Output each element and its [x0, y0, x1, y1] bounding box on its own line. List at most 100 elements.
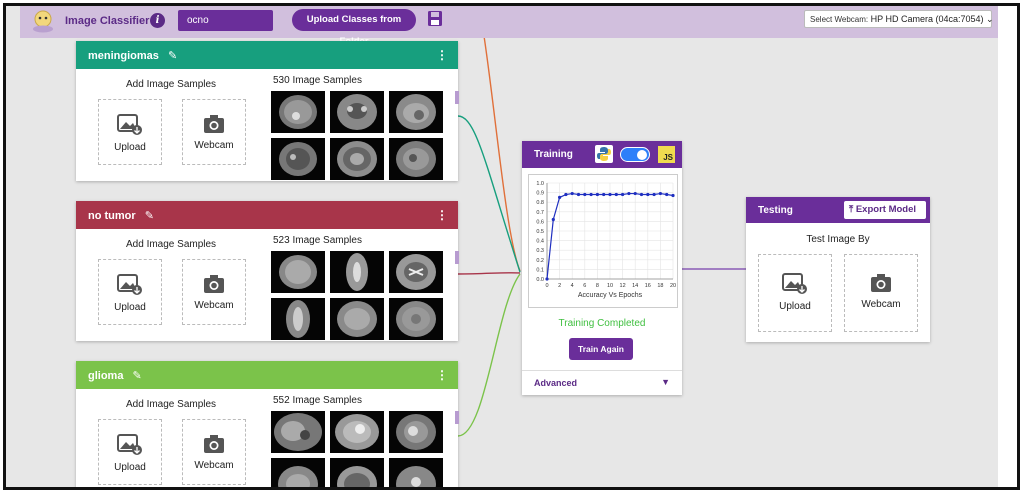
- data-point: [576, 192, 581, 197]
- y-tick-label: 0.5: [536, 229, 544, 235]
- advanced-toggle[interactable]: Advanced ▼: [522, 370, 682, 395]
- save-icon[interactable]: [427, 10, 443, 27]
- pencil-icon[interactable]: ✎: [168, 49, 177, 62]
- advanced-label: Advanced: [534, 378, 578, 388]
- data-point: [608, 192, 612, 197]
- app-window: Image Classifier i ocno Upload Classes f…: [3, 3, 1020, 490]
- sample-thumbnail[interactable]: [271, 91, 325, 133]
- data-point: [639, 192, 644, 197]
- upload-button[interactable]: Upload: [98, 99, 162, 165]
- sample-thumbnail[interactable]: [271, 298, 325, 340]
- python-icon[interactable]: [595, 145, 613, 163]
- sample-thumbnail[interactable]: [389, 91, 443, 133]
- training-title: Training: [534, 149, 573, 160]
- image-upload-icon: [117, 434, 142, 455]
- x-tick-label: 20: [670, 283, 676, 289]
- sample-thumbnail[interactable]: [271, 411, 325, 453]
- sample-thumbnail[interactable]: [389, 138, 443, 180]
- data-point: [583, 192, 587, 197]
- webcam-select[interactable]: Select Webcam: HP HD Camera (04ca:7054) …: [804, 10, 994, 28]
- data-point: [564, 192, 568, 197]
- webcam-select-value: HP HD Camera (04ca:7054): [870, 14, 984, 24]
- export-model-button[interactable]: ⤒ Export Model: [844, 201, 926, 219]
- webcam-button[interactable]: Webcam: [182, 99, 246, 165]
- class-name[interactable]: no tumor: [88, 210, 136, 222]
- project-name-field[interactable]: ocno: [178, 10, 273, 31]
- test-upload-button[interactable]: Upload: [758, 254, 832, 332]
- testing-header: Testing ⤒ Export Model: [746, 197, 930, 223]
- sample-thumbnail[interactable]: [330, 298, 384, 340]
- test-webcam-button[interactable]: Webcam: [844, 254, 918, 332]
- upload-label: Upload: [114, 142, 146, 153]
- sample-thumbnail[interactable]: [330, 251, 384, 293]
- top-bar: Image Classifier i ocno Upload Classes f…: [20, 6, 998, 47]
- class-card-glioma: glioma ✎ ⋮ Add Image Samples 552 Image S…: [76, 361, 459, 487]
- class-card-meningiomas: meningiomas ✎ ⋮ Add Image Samples 530 Im…: [76, 41, 459, 181]
- sample-thumbnail[interactable]: [330, 91, 384, 133]
- sample-thumbnail[interactable]: [330, 411, 384, 453]
- sample-thumbnail[interactable]: [330, 138, 384, 180]
- y-tick-label: 0.8: [536, 200, 544, 206]
- x-tick-label: 18: [657, 283, 663, 289]
- add-samples-label: Add Image Samples: [126, 79, 217, 90]
- upload-label: Upload: [114, 462, 146, 473]
- more-options-icon[interactable]: ⋮: [436, 368, 448, 382]
- data-point: [646, 192, 650, 197]
- export-icon: ⤒: [849, 204, 854, 215]
- sample-count: 552 Image Samples: [273, 395, 362, 406]
- upload-label: Upload: [114, 302, 146, 313]
- sample-thumbnail[interactable]: [271, 251, 325, 293]
- data-point: [652, 192, 656, 197]
- upload-button[interactable]: Upload: [98, 259, 162, 325]
- sample-thumbnail[interactable]: [389, 458, 443, 487]
- info-icon[interactable]: i: [150, 13, 165, 28]
- webcam-button[interactable]: Webcam: [182, 259, 246, 325]
- add-samples-label: Add Image Samples: [126, 239, 217, 250]
- sample-thumbnail[interactable]: [389, 251, 443, 293]
- sample-thumbnail[interactable]: [271, 458, 325, 487]
- image-upload-icon: [117, 114, 142, 135]
- testing-panel: Testing ⤒ Export Model Test Image By Upl…: [746, 197, 930, 342]
- data-point: [558, 195, 562, 199]
- scrollbar-track[interactable]: [998, 6, 1017, 487]
- data-point: [665, 192, 669, 197]
- add-samples-label: Add Image Samples: [126, 399, 217, 410]
- data-point: [658, 191, 662, 196]
- class-name[interactable]: meningiomas: [88, 50, 159, 62]
- more-options-icon[interactable]: ⋮: [436, 208, 448, 222]
- webcam-label: Webcam: [194, 460, 234, 471]
- sample-scrollbar[interactable]: [455, 251, 459, 264]
- y-tick-label: 0.3: [536, 248, 544, 254]
- language-toggle[interactable]: [620, 147, 650, 162]
- data-point: [545, 277, 549, 281]
- data-point: [570, 191, 574, 196]
- x-tick-label: 10: [607, 283, 613, 289]
- sample-thumbnail[interactable]: [389, 298, 443, 340]
- sample-thumbnail[interactable]: [389, 411, 443, 453]
- webcam-button[interactable]: Webcam: [182, 419, 246, 485]
- y-tick-label: 0.0: [536, 277, 544, 283]
- upload-classes-folder-button[interactable]: Upload Classes from Folder: [292, 9, 416, 47]
- y-tick-label: 0.6: [536, 219, 544, 225]
- class-header: meningiomas ✎ ⋮: [76, 41, 458, 69]
- x-tick-label: 8: [596, 283, 599, 289]
- more-options-icon[interactable]: ⋮: [436, 48, 448, 62]
- sample-scrollbar[interactable]: [455, 411, 459, 424]
- toggle-knob: [637, 149, 647, 160]
- data-point: [602, 192, 606, 197]
- caret-down-icon: ▼: [661, 377, 670, 387]
- export-label: Export Model: [855, 204, 917, 215]
- sample-scrollbar[interactable]: [455, 91, 459, 104]
- x-tick-label: 4: [571, 283, 574, 289]
- train-again-button[interactable]: Train Again: [569, 338, 633, 360]
- pencil-icon[interactable]: ✎: [145, 209, 154, 222]
- upload-button[interactable]: Upload: [98, 419, 162, 485]
- sample-thumbnail[interactable]: [330, 458, 384, 487]
- x-tick-label: 14: [632, 283, 638, 289]
- data-point: [621, 192, 625, 197]
- x-tick-label: 0: [545, 283, 548, 289]
- sample-thumbnail[interactable]: [271, 138, 325, 180]
- javascript-icon[interactable]: JS: [658, 146, 675, 163]
- class-name[interactable]: glioma: [88, 370, 123, 382]
- pencil-icon[interactable]: ✎: [133, 369, 142, 382]
